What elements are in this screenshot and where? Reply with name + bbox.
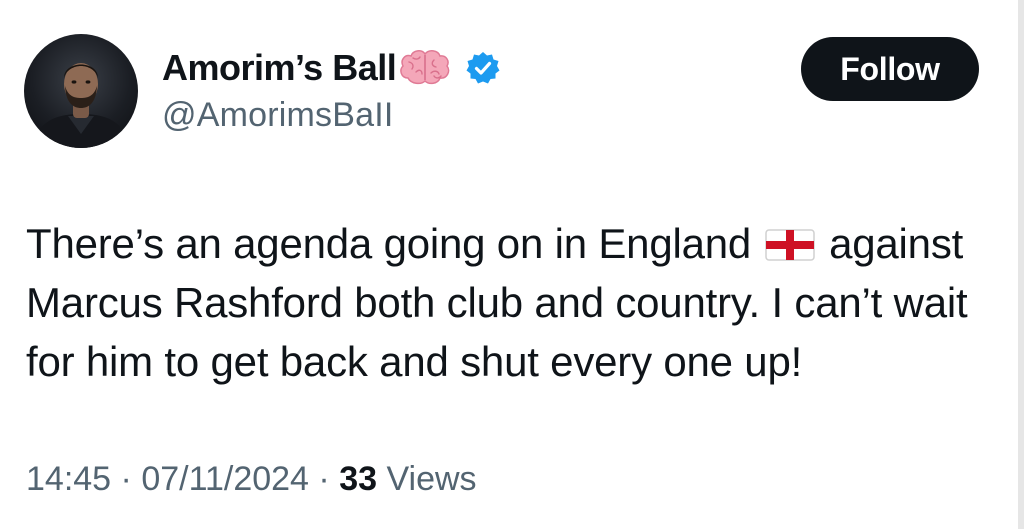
tweet-card: Amorim’s Ball @AmorimsBaII Follow There’…: [0, 0, 1024, 529]
scrollbar-track: [1018, 0, 1024, 529]
tweet-date[interactable]: 07/11/2024: [141, 460, 309, 498]
display-name[interactable]: Amorim’s Ball: [162, 47, 397, 89]
follow-button[interactable]: Follow: [801, 37, 979, 101]
user-handle[interactable]: @AmorimsBaII: [162, 96, 500, 135]
author-info: Amorim’s Ball @AmorimsBaII: [162, 44, 500, 135]
meta-separator: ·: [111, 460, 142, 498]
views-label: Views: [377, 460, 477, 498]
tweet-text-part-1: There’s an agenda going on in England: [26, 220, 752, 267]
tweet-meta: 14:45 · 07/11/2024 · 33 Views: [26, 460, 477, 499]
views-count[interactable]: 33: [339, 460, 377, 498]
avatar[interactable]: [24, 34, 138, 148]
meta-separator: ·: [308, 460, 340, 498]
verified-badge-icon[interactable]: [466, 51, 500, 85]
display-name-row: Amorim’s Ball: [162, 44, 500, 92]
brain-icon: [398, 48, 450, 88]
avatar-portrait-icon: [32, 63, 130, 148]
tweet-time[interactable]: 14:45: [26, 460, 111, 498]
england-flag-icon: [765, 218, 815, 261]
tweet-text: There’s an agenda going on in England aga…: [26, 214, 1016, 391]
